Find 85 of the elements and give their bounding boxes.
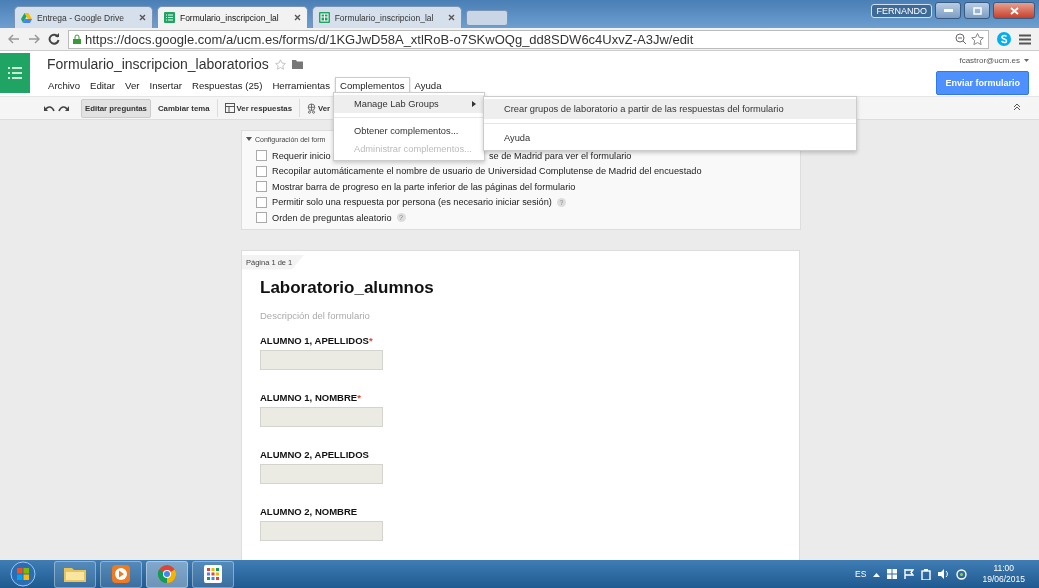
menu-item[interactable]: Manage Lab Groups [334, 95, 484, 113]
minimize-icon [943, 9, 953, 12]
collapse-arrow-icon[interactable] [246, 137, 252, 141]
close-button[interactable] [993, 2, 1035, 19]
browser-tab[interactable]: Formulario_inscripcion_lal [156, 6, 308, 28]
checkbox[interactable] [256, 181, 267, 193]
menu-item[interactable]: Obtener complementos... [334, 122, 484, 140]
option-label: Requerir inicio [272, 150, 331, 161]
apps-icon [204, 565, 222, 583]
zoom-icon[interactable] [955, 33, 967, 45]
checkbox[interactable] [256, 212, 267, 224]
redo-icon[interactable] [58, 104, 69, 112]
menu-item[interactable]: Crear grupos de laboratorio a partir de las respuestas del formulario [484, 99, 856, 119]
form-title[interactable]: Laboratorio_alumnos [260, 277, 781, 298]
option-label: se de Madrid para ver el formulario [489, 150, 632, 161]
close-icon[interactable] [293, 14, 301, 21]
menu-item[interactable]: Archivo [43, 77, 85, 94]
table-icon [224, 103, 235, 113]
collapse-icon[interactable] [1013, 103, 1021, 111]
checkbox[interactable] [256, 150, 267, 162]
volume-icon[interactable] [938, 569, 950, 579]
folder-icon [63, 565, 87, 583]
maximize-button[interactable] [964, 2, 990, 19]
star-icon[interactable] [274, 58, 286, 70]
question-label: ALUMNO 2, NOMBRE [260, 505, 359, 517]
clock-time[interactable]: 11:00 [993, 563, 1015, 574]
language-indicator[interactable]: ES [855, 569, 867, 579]
menu-item[interactable]: Respuestas (25) [187, 77, 268, 94]
drive-icon [21, 12, 32, 23]
table-icon [318, 12, 330, 23]
checkbox[interactable] [256, 196, 267, 208]
taskbar-app[interactable] [146, 560, 188, 588]
question-label: ALUMNO 1, NOMBRE* [260, 391, 362, 403]
chrome-icon [157, 564, 177, 584]
menu-item[interactable]: Herramientas [267, 77, 335, 94]
form-icon [163, 12, 175, 23]
undo-icon[interactable] [44, 104, 55, 112]
answer-field[interactable] [260, 520, 383, 541]
taskbar-app[interactable] [100, 560, 142, 588]
lock-icon [73, 34, 81, 44]
play-icon [111, 564, 131, 584]
folder-icon[interactable] [291, 59, 303, 69]
answer-field[interactable] [260, 463, 383, 484]
forward-icon[interactable] [28, 34, 40, 44]
menu-icon[interactable] [1019, 33, 1031, 45]
menu-item[interactable]: Ayuda [409, 77, 447, 94]
answer-field[interactable] [260, 406, 383, 427]
back-icon[interactable] [8, 34, 20, 44]
menu-item[interactable]: Ayuda [484, 128, 856, 148]
menu-item[interactable]: Insertar [144, 77, 187, 94]
option-label: Orden de preguntas aleatorio [272, 212, 392, 223]
browser-tab[interactable]: Entrega - Google Drive [14, 6, 153, 28]
question-label: ALUMNO 1, APELLIDOS* [260, 334, 374, 346]
maximize-icon [972, 6, 982, 15]
submenu-arrow-icon [472, 101, 476, 107]
answer-field[interactable] [260, 349, 383, 370]
menu-item[interactable]: Ver [120, 77, 145, 94]
list-icon [8, 67, 22, 79]
taskbar-app[interactable] [54, 560, 96, 588]
browser-tab[interactable]: Formulario_inscripcion_lal [311, 6, 463, 28]
address-bar[interactable]: https://docs.google.com/a/ucm.es/forms/d/1KGJwD58A_xtlRoB-o7SKwOQg_dd8SDW6c4UxvZ-A3Jw/edit [68, 29, 989, 49]
menu-item[interactable]: Editar [85, 77, 121, 94]
close-icon [1009, 6, 1019, 15]
tray-expand-icon[interactable] [873, 571, 881, 577]
globe-icon [307, 102, 316, 114]
option-label: Mostrar barra de progreso en la parte inferior de las páginas del formulario [272, 181, 576, 192]
question-label: ALUMNO 2, APELLIDOS [260, 448, 370, 460]
clock-date[interactable]: 19/06/2015 [982, 574, 1025, 585]
close-icon[interactable] [448, 14, 456, 21]
checkbox[interactable] [256, 165, 267, 177]
profile-button[interactable]: FERNANDO [871, 3, 932, 18]
account-menu[interactable]: fcastror@ucm.es [959, 56, 1020, 65]
caret-icon[interactable] [1024, 59, 1029, 62]
taskbar-app[interactable] [192, 560, 234, 588]
windows-icon[interactable] [887, 569, 898, 579]
reload-icon[interactable] [48, 33, 60, 45]
close-icon[interactable] [138, 14, 146, 21]
option-label: Permitir solo una respuesta por persona (es necesario iniciar sesión) [272, 197, 552, 208]
minimize-button[interactable] [935, 2, 961, 19]
flag-icon[interactable] [904, 569, 915, 579]
star-icon[interactable] [971, 33, 984, 45]
url-text: https://docs.google.com/a/ucm.es/forms/d/1KGJwD58A_xtlRoB-o7SKwOQg_dd8SDW6c4UxvZ-A3Jw/edit [85, 31, 694, 47]
document-title[interactable]: Formulario_inscripcion_laboratorios [47, 56, 269, 72]
start-button[interactable] [8, 561, 38, 587]
option-label: Recopilar automáticamente el nombre de usuario de Universidad Complutense de Madrid del encuestado [272, 166, 702, 177]
